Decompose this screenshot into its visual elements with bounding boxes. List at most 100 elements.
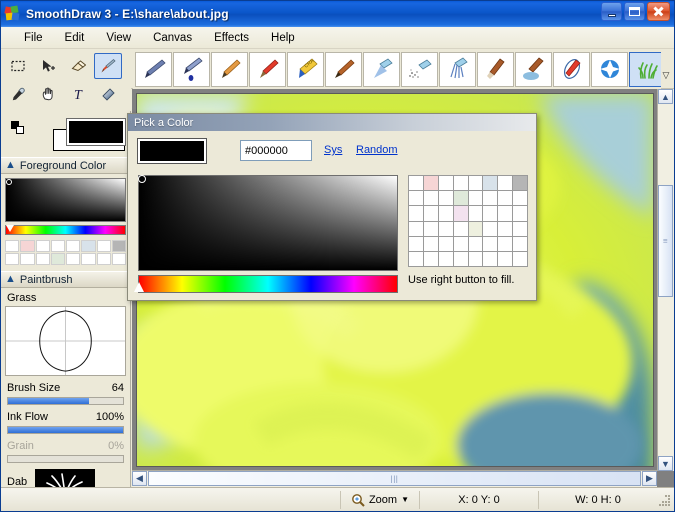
palette-swatch-3[interactable] [453,176,468,191]
palette-swatch-18[interactable] [438,206,453,221]
vertical-scroll-thumb[interactable]: ≡ [658,185,673,297]
scroll-right-button[interactable]: ▶ [642,471,657,486]
palette-swatch-25[interactable] [423,221,438,236]
palette-swatch-40[interactable] [409,251,423,266]
palette-swatch-6[interactable] [498,176,513,191]
hand-pan-tool[interactable] [34,81,62,107]
palette-swatch-1[interactable] [423,176,438,191]
random-color-link[interactable]: Random [356,144,398,156]
maximize-button[interactable] [624,2,645,21]
chevron-down-icon[interactable]: ▼ [401,495,409,504]
move-select-tool[interactable] [34,53,62,79]
palette-swatch-29[interactable] [483,221,498,236]
watercolor-brush[interactable] [553,51,590,87]
palette-swatch-45[interactable] [483,251,498,266]
mini-palette-swatch-9[interactable] [20,253,35,265]
palette-swatch-33[interactable] [423,236,438,251]
palette-swatch-15[interactable] [513,191,527,206]
crayon-brush[interactable]: CRA [287,51,324,87]
palette-swatch-28[interactable] [468,221,483,236]
palette-swatch-44[interactable] [468,251,483,266]
dialog-hue-slider[interactable] [134,275,398,293]
zoom-dropdown[interactable]: Zoom ▼ [341,489,419,511]
menu-item-view[interactable]: View [95,29,142,47]
saturation-value-picker[interactable] [5,178,126,222]
palette-swatch-20[interactable] [468,206,483,221]
palette-swatch-32[interactable] [409,236,423,251]
palette-swatch-47[interactable] [513,251,527,266]
mini-palette-swatch-13[interactable] [81,253,96,265]
palette-swatch-12[interactable] [468,191,483,206]
palette-swatch-14[interactable] [498,191,513,206]
track-brush-size[interactable] [7,397,124,405]
mini-palette-swatch-5[interactable] [81,240,96,252]
mini-palette-swatch-11[interactable] [50,253,65,265]
palette-swatch-34[interactable] [438,236,453,251]
hue-slider[interactable] [5,225,126,235]
text-tool[interactable]: T [64,81,92,107]
pencil-brush[interactable] [211,51,248,87]
mini-palette[interactable] [5,240,126,265]
slider-ink-flow[interactable]: Ink Flow 100% [1,405,130,434]
rectangle-select-tool[interactable] [4,53,32,79]
ink-pen-brush[interactable] [173,51,210,87]
palette-swatch-46[interactable] [498,251,513,266]
spatter-brush[interactable] [439,51,476,87]
menu-item-file[interactable]: File [13,29,54,47]
oil-brush[interactable] [515,51,552,87]
menu-item-help[interactable]: Help [260,29,306,47]
color-preview-swatch[interactable] [137,138,207,164]
palette-swatch-38[interactable] [498,236,513,251]
spray-brush[interactable] [401,51,438,87]
palette-swatch-22[interactable] [498,206,513,221]
palette-swatch-39[interactable] [513,236,527,251]
palette-swatch-42[interactable] [438,251,453,266]
section-header-foreground-color[interactable]: ▲ Foreground Color [1,157,130,174]
eyedropper-tool[interactable] [4,81,32,107]
mini-palette-swatch-10[interactable] [35,253,50,265]
close-button[interactable] [647,2,670,21]
dab-preview[interactable] [35,469,96,487]
mini-palette-swatch-15[interactable] [111,253,126,265]
mini-palette-swatch-12[interactable] [66,253,81,265]
palette-swatch-36[interactable] [468,236,483,251]
canvas-vertical-scrollbar[interactable]: ▲ ≡ ▼ [657,89,674,471]
red-pencil-brush[interactable] [249,51,286,87]
palette-swatch-13[interactable] [483,191,498,206]
horizontal-scroll-thumb[interactable]: ||| [148,471,641,486]
palette-swatch-41[interactable] [423,251,438,266]
palette-swatch-27[interactable] [453,221,468,236]
smudge-brush[interactable] [591,51,628,87]
palette-swatch-35[interactable] [453,236,468,251]
pen-brush[interactable] [135,51,172,87]
eraser-tool[interactable] [64,53,92,79]
paintbrush-tool[interactable] [94,53,122,79]
scroll-up-button[interactable]: ▲ [658,89,673,104]
mini-palette-swatch-4[interactable] [66,240,81,252]
palette-swatch-7[interactable] [513,176,527,191]
track-ink-flow[interactable] [7,426,124,434]
scroll-down-button[interactable]: ▼ [658,456,673,471]
palette-swatch-10[interactable] [438,191,453,206]
mini-palette-swatch-0[interactable] [5,240,20,252]
mini-palette-swatch-7[interactable] [111,240,126,252]
airbrush-brush[interactable] [363,51,400,87]
mini-palette-swatch-2[interactable] [35,240,50,252]
rake-brush[interactable] [477,51,514,87]
dialog-palette-grid[interactable] [408,175,528,267]
marker-brush[interactable] [325,51,362,87]
section-header-paintbrush[interactable]: ▲ Paintbrush [1,271,130,288]
swap-colors-icon[interactable] [11,121,25,135]
canvas-horizontal-scrollbar[interactable]: ◀ ||| ▶ [132,470,657,487]
palette-swatch-23[interactable] [513,206,527,221]
palette-swatch-9[interactable] [423,191,438,206]
slider-brush-size[interactable]: Brush Size 64 [1,376,130,405]
mini-palette-swatch-1[interactable] [20,240,35,252]
palette-swatch-17[interactable] [423,206,438,221]
brush-strip-overflow-icon[interactable]: ▽ [660,57,672,81]
palette-swatch-21[interactable] [483,206,498,221]
palette-swatch-16[interactable] [409,206,423,221]
menu-item-effects[interactable]: Effects [203,29,260,47]
gradient-tool[interactable] [94,81,122,107]
mini-palette-swatch-6[interactable] [96,240,111,252]
